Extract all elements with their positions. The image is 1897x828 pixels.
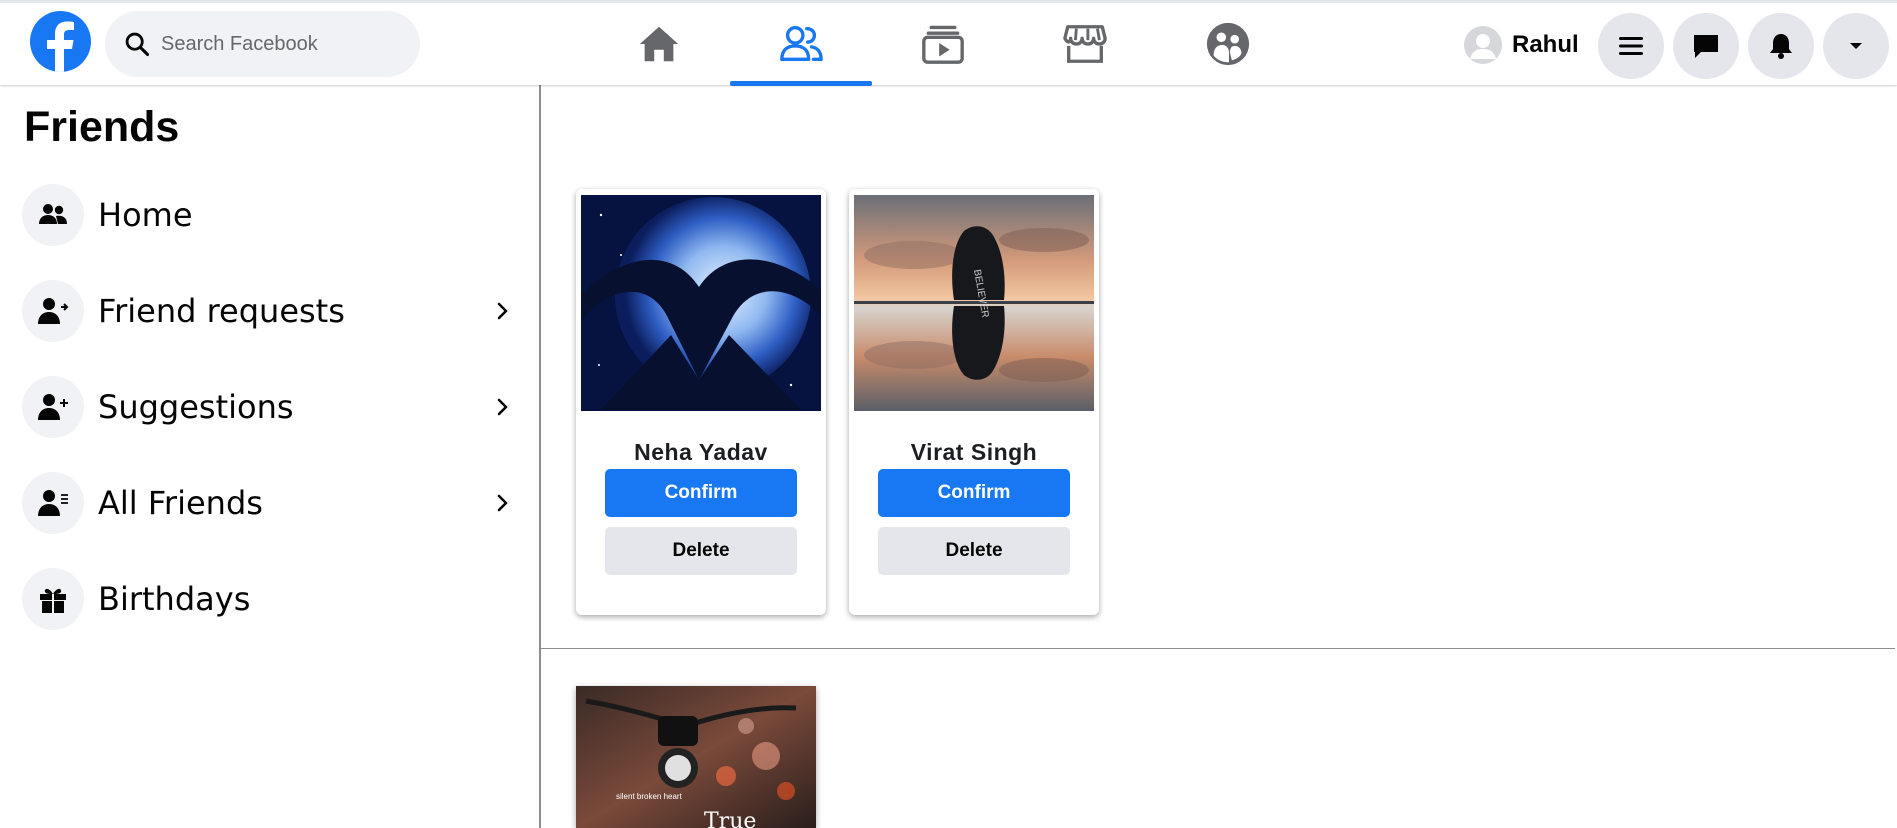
sidebar-item-label: Suggestions xyxy=(98,388,294,426)
sidebar-icon-wrap xyxy=(22,472,84,534)
sidebar-item-suggestions[interactable]: Suggestions xyxy=(22,375,522,439)
delete-button[interactable]: Delete xyxy=(605,527,797,575)
profile-photo[interactable] xyxy=(581,195,821,411)
friend-requests-area: Neha Yadav Confirm Delete BELIEVER Virat… xyxy=(541,85,1897,828)
delete-button[interactable]: Delete xyxy=(878,527,1070,575)
confirm-button[interactable]: Confirm xyxy=(878,469,1070,517)
profile-name: Rahul xyxy=(1512,31,1579,58)
friends-sidebar: Friends Home Friend requests Suggestions… xyxy=(0,85,541,828)
sidebar-item-birthdays[interactable]: Birthdays xyxy=(22,567,522,631)
sidebar-item-home[interactable]: Home xyxy=(22,183,522,247)
photo-caption-text: True xyxy=(704,809,756,828)
sidebar-item-label: Friend requests xyxy=(98,292,345,330)
sidebar-item-label: Home xyxy=(98,196,193,234)
suggestions-icon xyxy=(38,394,68,420)
menu-icon xyxy=(1619,37,1643,55)
search-bar[interactable] xyxy=(105,11,420,77)
sidebar-icon-wrap xyxy=(22,280,84,342)
caret-down-icon xyxy=(1850,43,1862,49)
watch-icon xyxy=(922,25,964,64)
home-icon xyxy=(639,26,679,62)
chevron-right-icon xyxy=(497,398,508,416)
friend-request-card: Neha Yadav Confirm Delete xyxy=(576,189,826,615)
tab-friends[interactable] xyxy=(730,3,872,86)
facebook-logo-icon[interactable] xyxy=(30,11,91,72)
svg-text:silent broken heart: silent broken heart xyxy=(616,792,683,801)
profile-button[interactable]: Rahul xyxy=(1464,25,1579,65)
avatar xyxy=(1464,26,1502,64)
friend-requests-icon xyxy=(38,298,69,324)
search-icon xyxy=(125,32,150,57)
confirm-button[interactable]: Confirm xyxy=(605,469,797,517)
notifications-button[interactable] xyxy=(1748,13,1814,79)
search-input[interactable] xyxy=(159,31,409,57)
tab-watch[interactable] xyxy=(872,3,1014,85)
tab-home[interactable] xyxy=(588,3,730,85)
section-divider xyxy=(541,648,1895,649)
messenger-button[interactable] xyxy=(1673,13,1739,79)
requester-name[interactable]: Virat Singh xyxy=(849,439,1099,466)
sidebar-icon-wrap xyxy=(22,568,84,630)
friends-icon xyxy=(780,26,823,62)
top-navigation-bar: Rahul xyxy=(0,0,1897,86)
marketplace-icon xyxy=(1063,25,1107,63)
friend-request-card: BELIEVER Virat Singh Confirm Delete xyxy=(849,189,1099,615)
gift-icon xyxy=(40,588,66,613)
friends-home-icon xyxy=(39,204,67,224)
menu-button[interactable] xyxy=(1598,13,1664,79)
page-title: Friends xyxy=(24,103,180,151)
requester-name[interactable]: Neha Yadav xyxy=(576,439,826,466)
messenger-icon xyxy=(1694,35,1718,58)
account-dropdown-button[interactable] xyxy=(1823,13,1889,79)
friend-request-card-partial[interactable]: silent broken heart True xyxy=(576,686,816,828)
tab-groups[interactable] xyxy=(1157,3,1299,85)
groups-icon xyxy=(1206,22,1250,66)
sidebar-item-all-friends[interactable]: All Friends xyxy=(22,471,522,535)
chevron-right-icon xyxy=(497,302,508,320)
sidebar-icon-wrap xyxy=(22,376,84,438)
chevron-right-icon xyxy=(497,494,508,512)
sidebar-item-label: Birthdays xyxy=(98,580,251,618)
sidebar-item-friend-requests[interactable]: Friend requests xyxy=(22,279,522,343)
bell-icon xyxy=(1770,34,1792,59)
all-friends-icon xyxy=(38,490,68,516)
sidebar-icon-wrap xyxy=(22,184,84,246)
sidebar-item-label: All Friends xyxy=(98,484,263,522)
profile-photo[interactable]: BELIEVER xyxy=(854,195,1094,411)
tab-marketplace[interactable] xyxy=(1014,3,1156,85)
